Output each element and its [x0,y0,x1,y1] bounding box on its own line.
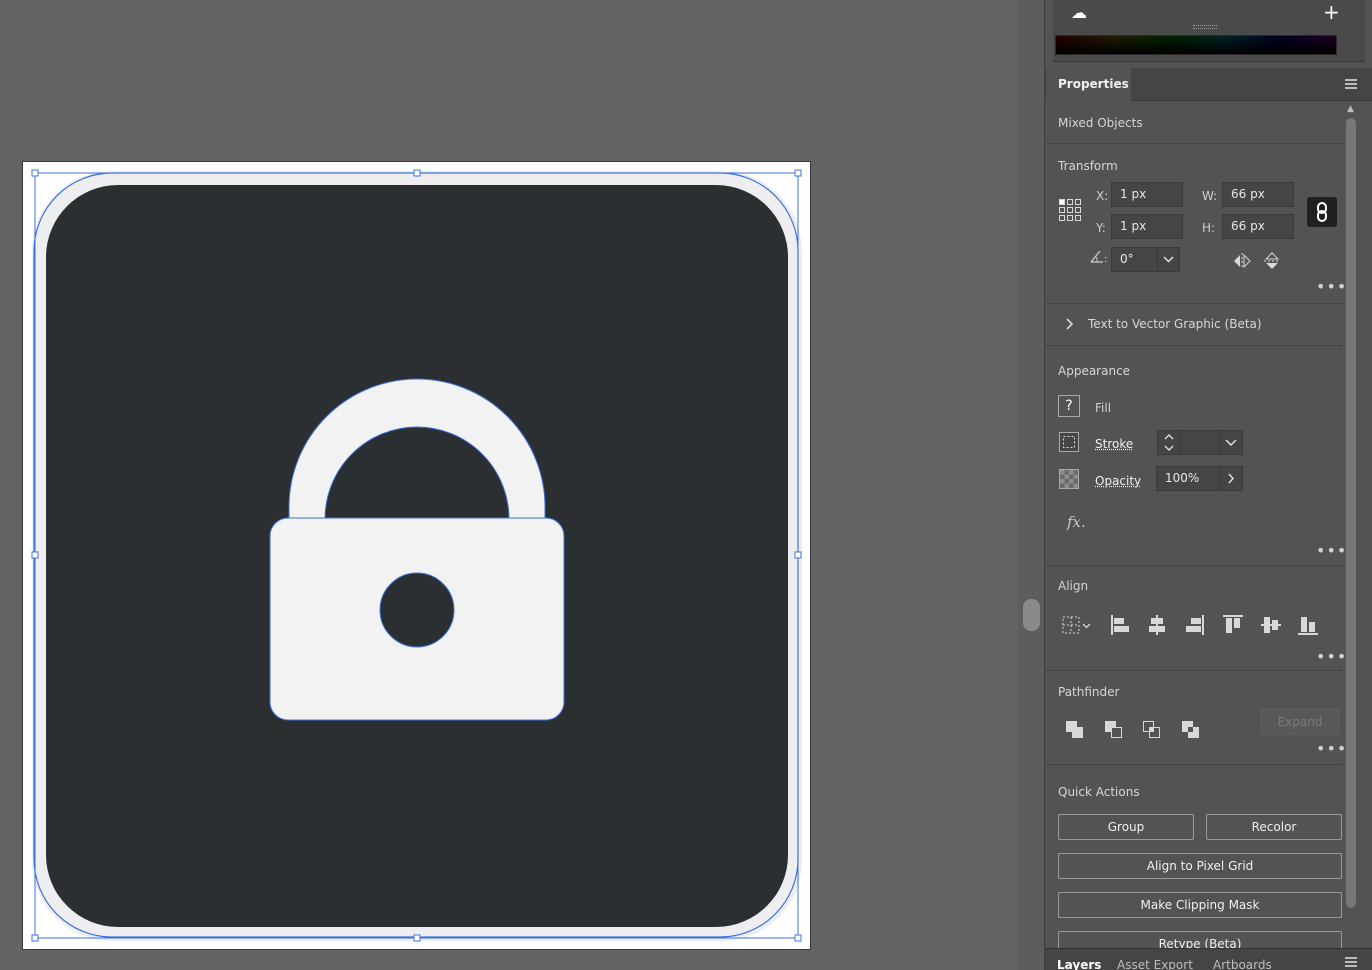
panel-tab-bar: Properties [1045,68,1372,101]
align-vertical-center-icon[interactable] [1259,613,1283,637]
selection-type-label: Mixed Objects [1058,116,1143,130]
tab-layers[interactable]: Layers [1057,958,1101,970]
pathfinder-exclude-icon[interactable] [1180,719,1202,741]
x-label: X: [1096,189,1109,203]
tab-artboards[interactable]: Artboards [1213,958,1272,970]
y-field[interactable]: 1 px [1111,214,1183,239]
divider [1045,143,1343,144]
height-field[interactable]: 66 px [1222,214,1294,239]
align-horizontal-center-icon[interactable] [1146,613,1168,637]
color-spectrum[interactable] [1055,35,1337,55]
bottom-panel-menu-icon[interactable] [1345,957,1357,967]
divider [1045,565,1343,566]
svg-text::: : [1104,254,1107,264]
pathfinder-intersect-icon[interactable] [1141,719,1163,741]
link-icon [1317,202,1327,222]
divider [1045,303,1343,304]
opacity-label[interactable]: Opacity [1095,474,1141,488]
align-left-icon[interactable] [1109,613,1131,637]
rotate-angle-dropdown[interactable] [1157,247,1180,272]
stroke-swatch[interactable] [1058,431,1080,453]
make-clipping-mask-button[interactable]: Make Clipping Mask [1058,892,1342,918]
stroke-weight-stepper[interactable] [1157,430,1181,455]
appearance-title: Appearance [1058,364,1131,378]
fill-label: Fill [1095,401,1112,415]
chevron-right-icon[interactable] [1065,317,1075,331]
opacity-field[interactable]: 100% [1156,466,1221,491]
canvas-area[interactable] [0,0,1018,970]
lock-keyhole[interactable] [379,572,455,648]
lock-app-icon-artwork[interactable] [23,162,812,951]
pathfinder-minus-front-icon[interactable] [1103,719,1125,741]
tab-properties[interactable]: Properties [1046,68,1131,101]
panel-gutter [1018,0,1044,970]
pathfinder-unite-icon[interactable] [1064,719,1086,741]
artboard[interactable] [22,161,811,950]
chevron-right-icon [1228,473,1235,484]
opacity-arrow-button[interactable] [1219,466,1243,491]
divider [1045,764,1343,765]
transform-title: Transform [1058,159,1118,173]
chevron-down-icon [1225,439,1237,447]
flip-horizontal-icon[interactable] [1232,252,1252,270]
bottom-panel-tabs: Layers Asset Export Artboards [1045,948,1372,970]
align-to-selection-icon[interactable] [1061,614,1093,638]
panel-scroll-thumb[interactable] [1346,118,1356,908]
opacity-checker-icon[interactable] [1058,468,1080,490]
fill-swatch[interactable]: ? [1058,395,1080,417]
canvas-scroll-handle[interactable] [1023,599,1040,631]
flip-vertical-icon[interactable] [1263,251,1281,271]
stepper-arrows-icon [1164,434,1174,451]
divider [1045,345,1343,346]
x-field[interactable]: 1 px [1111,182,1183,207]
text-to-vector-label[interactable]: Text to Vector Graphic (Beta) [1088,317,1262,331]
pathfinder-title: Pathfinder [1058,685,1120,699]
stroke-weight-dropdown[interactable] [1219,430,1243,455]
align-top-icon[interactable] [1221,613,1245,637]
align-more-icon[interactable]: ••• [1316,649,1347,665]
reference-point-icon[interactable] [1058,198,1083,223]
recolor-button[interactable]: Recolor [1206,814,1342,840]
constrain-proportions-button[interactable] [1307,197,1337,227]
cloud-icon[interactable]: ☁ [1071,3,1087,22]
w-label: W: [1202,189,1218,203]
stroke-weight-field[interactable] [1179,430,1221,455]
panel-scrollbar[interactable]: ▲ [1345,104,1357,934]
properties-panel: ☁ + Properties ▲ Mixed Objects Transform… [1044,0,1372,970]
align-right-icon[interactable] [1184,613,1206,637]
align-bottom-icon[interactable] [1296,613,1320,637]
divider [1045,670,1343,671]
resize-grip[interactable] [1193,25,1217,29]
scroll-up-icon[interactable]: ▲ [1347,104,1354,114]
h-label: H: [1202,221,1216,235]
pathfinder-more-icon[interactable]: ••• [1316,741,1347,757]
width-field[interactable]: 66 px [1222,182,1294,207]
panel-menu-icon[interactable] [1345,79,1357,89]
quick-actions-title: Quick Actions [1058,785,1140,799]
tab-asset-export[interactable]: Asset Export [1117,958,1193,970]
transform-more-icon[interactable]: ••• [1316,279,1347,295]
add-icon[interactable]: + [1323,0,1340,24]
color-panel-strip: ☁ + [1053,0,1365,62]
appearance-more-icon[interactable]: ••• [1316,543,1347,559]
y-label: Y: [1096,221,1106,235]
fx-icon[interactable]: fx. [1067,513,1086,531]
align-title: Align [1058,579,1089,593]
stroke-label[interactable]: Stroke [1095,437,1133,451]
rotate-angle-icon: : [1090,250,1107,264]
align-to-pixel-grid-button[interactable]: Align to Pixel Grid [1058,853,1342,879]
expand-button[interactable]: Expand [1261,709,1339,735]
chevron-down-icon [1163,256,1174,263]
group-button[interactable]: Group [1058,814,1194,840]
